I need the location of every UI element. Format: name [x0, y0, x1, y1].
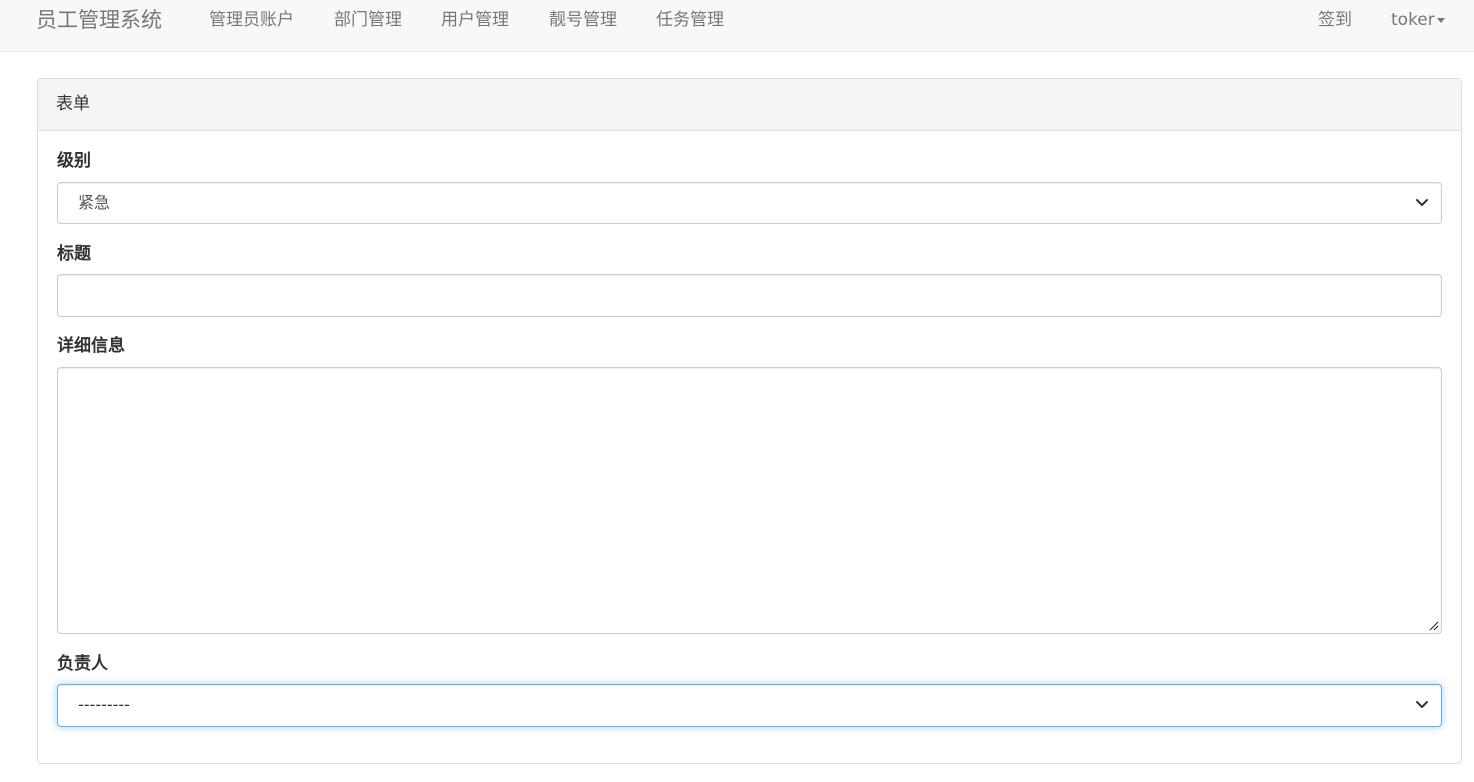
level-selected-value: 紧急 [78, 193, 111, 212]
title-label: 标题 [57, 244, 91, 264]
nav-item-tasks[interactable]: 任务管理 [656, 8, 724, 32]
level-label: 级别 [57, 151, 91, 171]
navbar: 员工管理系统 管理员账户 部门管理 用户管理 靓号管理 任务管理 签到 toke… [0, 0, 1474, 52]
detail-label: 详细信息 [57, 336, 125, 356]
nav-item-pretty-numbers[interactable]: 靓号管理 [549, 8, 617, 32]
owner-label: 负责人 [57, 654, 108, 674]
detail-textarea[interactable] [57, 367, 1442, 634]
level-select[interactable]: 紧急 [57, 182, 1442, 224]
user-name: toker [1391, 10, 1435, 30]
owner-select[interactable]: --------- [57, 684, 1442, 727]
chevron-down-icon [1416, 199, 1428, 206]
owner-selected-value: --------- [78, 695, 130, 714]
user-menu-toggle[interactable]: toker [1391, 8, 1445, 32]
chevron-down-icon [1416, 701, 1428, 708]
caret-down-icon [1436, 17, 1445, 23]
brand-link[interactable]: 员工管理系统 [36, 6, 162, 34]
nav-item-checkin[interactable]: 签到 [1318, 8, 1352, 32]
panel-heading: 表单 [38, 79, 1461, 131]
nav-item-admin-accounts[interactable]: 管理员账户 [209, 8, 294, 32]
title-input[interactable] [57, 274, 1442, 317]
form-panel: 表单 级别 紧急 标题 详细信息 负责人 --------- [37, 78, 1462, 764]
panel-title: 表单 [56, 94, 90, 114]
nav-item-users[interactable]: 用户管理 [441, 8, 509, 32]
resize-handle-icon[interactable] [1427, 619, 1439, 631]
nav-item-departments[interactable]: 部门管理 [334, 8, 402, 32]
